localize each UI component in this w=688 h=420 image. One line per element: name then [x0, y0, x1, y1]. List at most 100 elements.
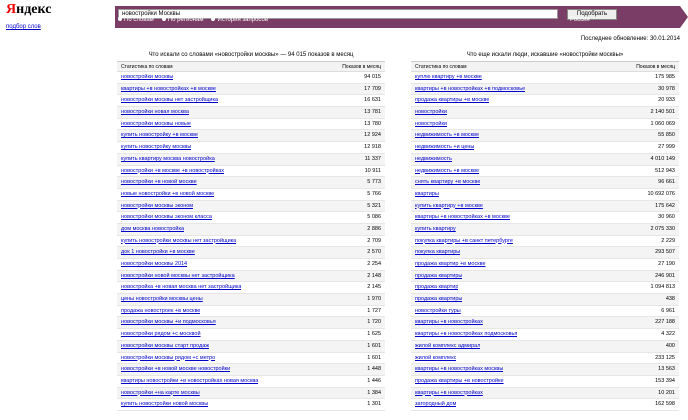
phrase-link[interactable]: куплю квартиру +в москве	[415, 72, 482, 83]
phrase-link[interactable]: дом москва новостройка	[121, 224, 184, 235]
phrase-link[interactable]: купить квартиру +в москве	[415, 201, 483, 212]
table-row: док 1 новостройки +в москве 2 570	[117, 247, 385, 259]
phrase-link[interactable]: недвижимость +и цены	[415, 142, 474, 153]
table-row: куплю квартиру +в москве 175 985	[411, 72, 679, 84]
table-row: купить квартиру +в москве 175 642	[411, 200, 679, 213]
phrase-link[interactable]: квартиры +в новостройках +в подмосковье	[415, 84, 525, 95]
phrase-link[interactable]: недвижимость +в москве	[415, 130, 479, 141]
phrase-link[interactable]: продажа квартиры	[415, 294, 462, 305]
phrase-link[interactable]: загородный дом	[415, 399, 456, 410]
yandex-logo[interactable]: Яндекс	[6, 2, 51, 18]
phrase-link[interactable]: купить новостройку +в москве	[121, 130, 198, 141]
phrase-link[interactable]: купить новостройки москвы нет застройщик…	[121, 236, 236, 247]
phrase-link[interactable]: новостройки	[415, 119, 447, 130]
phrase-link[interactable]: новостройки +в москве +в новостройках	[121, 166, 224, 177]
phrase-link[interactable]: новостройки +на карте москвы	[121, 388, 200, 399]
phrase-link[interactable]: новостройки туры	[415, 306, 461, 317]
radio-history[interactable]: История запросов	[211, 17, 268, 23]
impressions-count: 2 709	[367, 237, 381, 244]
phrase-link[interactable]: новостройки новая москва	[121, 107, 189, 118]
phrase-link[interactable]: цены новостройки москвы цены	[121, 294, 203, 305]
table-row: недвижимость +в москве 512 943	[411, 166, 679, 178]
table-row: новостройки +в новой москве новостройки 1…	[117, 364, 385, 376]
table-header: Статистика по словам Показов в месяц	[117, 62, 385, 72]
region-link[interactable]: Россия	[570, 17, 590, 23]
phrase-link[interactable]: квартиры +в новостройках подмосковья	[415, 329, 517, 340]
phrase-link[interactable]: продажа квартир	[415, 282, 458, 293]
phrase-link[interactable]: новостройки москвы новые	[121, 119, 191, 130]
table-row: купить квартиру 2 075 330	[411, 223, 679, 236]
phrase-link[interactable]: купить квартиру москва новостройка	[121, 154, 215, 165]
phrase-link[interactable]: продажа квартир +в москве	[415, 259, 486, 270]
wordstat-link[interactable]: подбор слов	[6, 24, 41, 30]
phrase-link[interactable]: квартиры +в новостройках +в москве	[121, 84, 216, 95]
radio-by-words[interactable]: По словам	[118, 17, 154, 23]
impressions-count: 1 384	[367, 389, 381, 396]
column-count: Показов в месяц	[342, 64, 381, 70]
phrase-link[interactable]: новостройки рядом +с москвой	[121, 329, 201, 340]
phrase-link[interactable]: квартиры +в новостройках +в москве	[415, 212, 510, 223]
phrase-link[interactable]: снять квартиру +в москве	[415, 177, 480, 188]
phrase-link[interactable]: покупка квартиры	[415, 247, 460, 258]
phrase-link[interactable]: купить новостройку москвы	[121, 142, 191, 153]
phrase-link[interactable]: продажа квартиры	[415, 271, 462, 282]
table-row: квартиры +в новостройках подмосковья 4 32…	[411, 329, 679, 341]
phrase-link[interactable]: купить новостройки новой москвы	[121, 399, 208, 410]
phrase-link[interactable]: недвижимость	[415, 154, 452, 165]
table-row: жилой комплекс адмирал 400	[411, 340, 679, 353]
phrase-link[interactable]: новостройки москвы старт продаж	[121, 341, 209, 352]
last-updated: Последнее обновление: 30.01.2014	[580, 36, 680, 42]
phrase-link[interactable]: жилой комплекс	[415, 353, 456, 364]
phrase-link[interactable]: новостройки москвы	[121, 72, 173, 83]
phrase-link[interactable]: новостройки москвы 2014	[121, 259, 187, 270]
phrase-link[interactable]: новостройки москвы рядом +с метро	[121, 353, 215, 364]
panel-title: Что искали со словами «новостройки москв…	[117, 50, 385, 62]
phrase-link[interactable]: новостройки москвы эконом класса	[121, 212, 212, 223]
impressions-count: 227 188	[655, 319, 675, 326]
phrase-link[interactable]: продажа квартиры +в новостройке	[415, 376, 504, 387]
phrase-link[interactable]: квартиры +в новостройках москвы	[415, 364, 503, 375]
phrase-link[interactable]: квартиры +в новостройках	[415, 388, 483, 399]
table-row: новостройки +на карте москвы 1 384	[117, 387, 385, 400]
phrase-link[interactable]: продажа новостроек +в москве	[121, 306, 200, 317]
impressions-count: 5 766	[367, 190, 381, 197]
phrase-link[interactable]: жилой комплекс адмирал	[415, 341, 480, 352]
table-row: покупка квартиры +в санкт петербурге 2 22…	[411, 236, 679, 248]
impressions-count: 1 601	[367, 342, 381, 349]
impressions-count: 175 642	[655, 202, 675, 209]
phrase-link[interactable]: квартиры	[415, 189, 439, 200]
radio-by-regions[interactable]: По регионам	[161, 17, 203, 23]
table-row: продажа квартир +в москве 27 190	[411, 259, 679, 271]
table-row: новостройки москвы 2014 2 254	[117, 259, 385, 271]
phrase-link[interactable]: покупка квартиры +в санкт петербурге	[415, 236, 513, 247]
phrase-link[interactable]: квартиры новостройки +в новостройках нов…	[121, 376, 258, 387]
impressions-count: 153 394	[655, 377, 675, 384]
impressions-count: 11 337	[364, 155, 381, 162]
phrase-link[interactable]: док 1 новостройки +в москве	[121, 247, 195, 258]
phrase-link[interactable]: новостройки москвы нет застройщика	[121, 95, 218, 106]
impressions-count: 96 661	[658, 179, 675, 186]
phrase-link[interactable]: новостройки новой москвы нет застройщика	[121, 271, 235, 282]
table-row: новостройки новой москвы нет застройщика…	[117, 270, 385, 283]
phrase-link[interactable]: новостройки москвы эконом	[121, 201, 193, 212]
phrase-link[interactable]: новостройки москвы +и подмосковья	[121, 317, 216, 328]
table-row: новостройки +в новой москве 5 773	[117, 177, 385, 189]
impressions-count: 246 901	[655, 272, 675, 279]
table-row: новостройки туры 6 961	[411, 306, 679, 318]
phrase-link[interactable]: недвижимость +в москве	[415, 166, 479, 177]
impressions-count: 27 999	[658, 144, 675, 151]
phrase-link[interactable]: квартиры +в новостройках	[415, 317, 483, 328]
impressions-count: 233 125	[655, 354, 675, 361]
phrase-link[interactable]: продажа квартиры +в москве	[415, 95, 489, 106]
phrase-link[interactable]: новостройка +в новая москва нет застройщ…	[121, 282, 241, 293]
table-row: недвижимость 4 010 149	[411, 153, 679, 166]
phrase-link[interactable]: новостройки +в новой москве	[121, 177, 197, 188]
impressions-count: 10 911	[364, 167, 381, 174]
phrase-link[interactable]: новые новостройки +в новой москве	[121, 189, 214, 200]
phrase-link[interactable]: новостройки	[415, 107, 447, 118]
impressions-count: 2 570	[367, 249, 381, 256]
phrase-link[interactable]: новостройки +в новой москве новостройки	[121, 364, 230, 375]
impressions-count: 16 631	[364, 97, 381, 104]
phrase-link[interactable]: купить квартиру	[415, 224, 456, 235]
impressions-count: 5 086	[367, 214, 381, 221]
